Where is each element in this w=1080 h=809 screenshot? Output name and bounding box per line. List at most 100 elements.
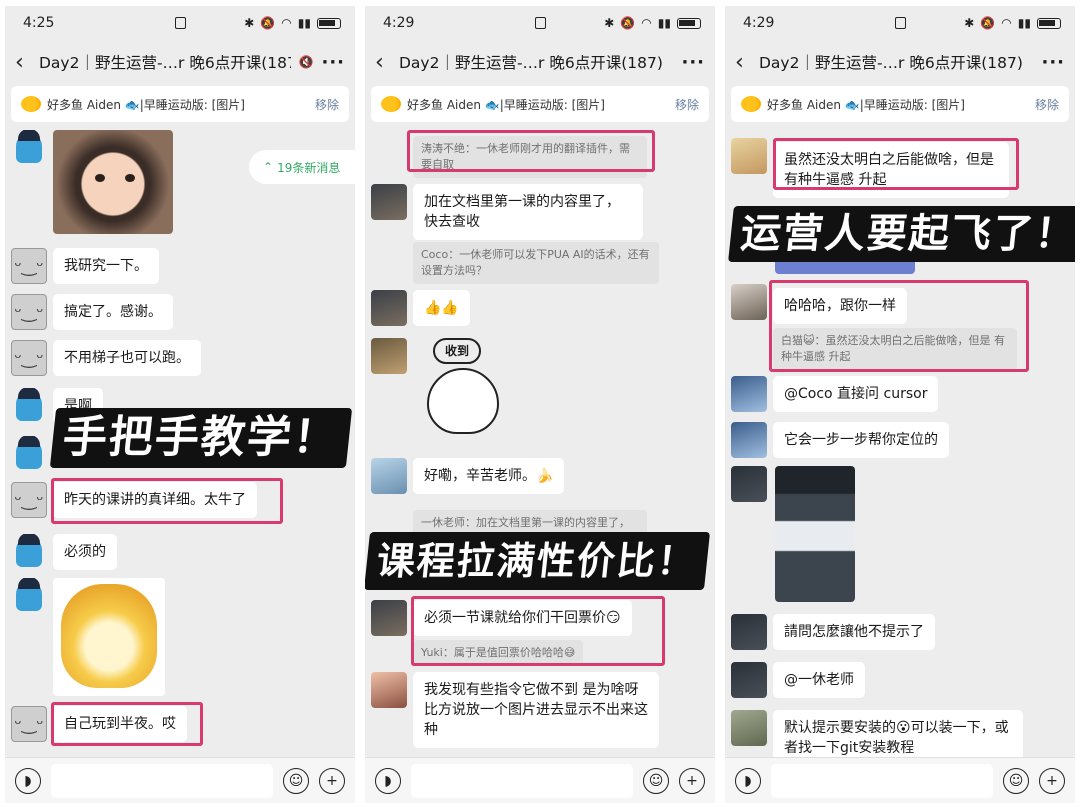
bluetooth-icon: ✱: [244, 16, 255, 30]
mute-icon: 🔕: [980, 16, 996, 30]
message-input[interactable]: [51, 763, 273, 798]
chat-header: ‹ Day2｜野生运营-…r 晚6点开课(187) 🔇 ···: [5, 40, 355, 84]
more-icon[interactable]: ···: [321, 52, 345, 73]
message-bubble[interactable]: @Coco 直接问 cursor: [773, 376, 939, 412]
avatar[interactable]: [731, 138, 767, 174]
avatar[interactable]: ᵕ‿ᵕ: [11, 482, 47, 518]
message-bubble[interactable]: 👍👍: [413, 290, 470, 326]
back-icon[interactable]: ‹: [15, 50, 31, 75]
voice-icon[interactable]: ◗: [735, 767, 761, 794]
avatar[interactable]: [371, 458, 407, 494]
highlight-box: [773, 138, 1019, 190]
pinned-message[interactable]: 好多鱼 Aiden 🐟|早睡运动版: [图片] 移除: [11, 86, 349, 122]
message-bubble[interactable]: 搞定了。感谢。: [53, 294, 173, 330]
nfc-icon: [175, 17, 186, 29]
plus-icon[interactable]: +: [319, 767, 345, 794]
highlight-box: [411, 596, 665, 666]
pinned-remove-button[interactable]: 移除: [315, 96, 339, 113]
avatar[interactable]: [371, 338, 407, 374]
muted-icon: 🔇: [298, 55, 314, 69]
plus-icon[interactable]: +: [1039, 767, 1065, 794]
avatar[interactable]: [371, 184, 407, 220]
pinned-message[interactable]: 好多鱼 Aiden 🐟|早睡运动版: [图片] 移除: [731, 86, 1069, 122]
chat-title: Day2｜野生运营-…r 晚6点开课(187): [39, 54, 291, 72]
chat-screen-3: 4:29 ✱ 🔕 ◠ ▮▮ ‹ Day2｜野生运营-…r 晚6点开课(187) …: [725, 6, 1075, 803]
more-icon[interactable]: ···: [1041, 52, 1065, 73]
emoji-icon[interactable]: ☺: [643, 767, 669, 794]
status-bar: 4:29 ✱ 🔕 ◠ ▮▮: [365, 6, 715, 40]
status-time: 4:29: [383, 15, 415, 31]
signal-icon: ▮▮: [657, 16, 671, 30]
overlay-caption: 课程拉满性价比！: [365, 532, 711, 590]
new-messages-button[interactable]: ⌃ 19条新消息: [249, 150, 355, 184]
new-messages-label: 19条新消息: [277, 160, 341, 175]
quoted-message[interactable]: Coco：一休老师可以发下PUA AI的话术，还有设置方法吗？: [413, 242, 659, 284]
message-bubble[interactable]: 好嘞，辛苦老师。🍌: [413, 458, 565, 494]
pinned-message[interactable]: 好多鱼 Aiden 🐟|早睡运动版: [图片] 移除: [371, 86, 709, 122]
avatar[interactable]: [731, 376, 767, 412]
bluetooth-icon: ✱: [964, 16, 975, 30]
dog-sticker[interactable]: [53, 578, 165, 696]
wifi-icon: ◠: [281, 16, 292, 30]
overlay-caption: 运营人要起飞了！: [728, 206, 1075, 262]
avatar[interactable]: ᵕ‿ᵕ: [11, 294, 47, 330]
avatar[interactable]: [11, 534, 47, 570]
message-input[interactable]: [771, 763, 993, 798]
emoji-icon[interactable]: ☺: [1003, 767, 1029, 794]
avatar[interactable]: [731, 422, 767, 458]
message-bubble[interactable]: 我研究一下。: [53, 248, 159, 284]
message-bubble[interactable]: 不用梯子也可以跑。: [53, 340, 201, 376]
wifi-icon: ◠: [1001, 16, 1012, 30]
plus-icon[interactable]: +: [679, 767, 705, 794]
pinned-remove-button[interactable]: 移除: [1035, 96, 1059, 113]
nfc-icon: [535, 17, 546, 29]
avatar[interactable]: [11, 388, 47, 424]
input-bar: ◗ ☺ +: [365, 757, 715, 803]
voice-icon[interactable]: ◗: [375, 767, 401, 794]
avatar[interactable]: [11, 130, 47, 166]
signal-icon: ▮▮: [1017, 16, 1031, 30]
avatar[interactable]: [371, 290, 407, 326]
back-icon[interactable]: ‹: [735, 50, 751, 75]
avatar[interactable]: [11, 578, 47, 614]
avatar[interactable]: [11, 436, 47, 472]
voice-icon[interactable]: ◗: [15, 767, 41, 794]
message-bubble[interactable]: 我发现有些指令它做不到 是为啥呀 比方说放一个图片进去显示不出来这种: [413, 672, 659, 748]
avatar[interactable]: [731, 284, 767, 320]
avatar[interactable]: ᵕ‿ᵕ: [11, 248, 47, 284]
message-bubble[interactable]: @一休老师: [773, 662, 865, 698]
chat-screen-2: 4:29 ✱ 🔕 ◠ ▮▮ ‹ Day2｜野生运营-…r 晚6点开课(187) …: [365, 6, 715, 803]
message-input[interactable]: [411, 763, 633, 798]
avatar[interactable]: ᵕ‿ᵕ: [11, 706, 47, 742]
avatar[interactable]: [731, 662, 767, 698]
back-icon[interactable]: ‹: [375, 50, 391, 75]
avatar[interactable]: [731, 710, 767, 746]
message-bubble[interactable]: 它会一步一步帮你定位的: [773, 422, 949, 458]
message-bubble[interactable]: 加在文档里第一课的内容里了，快去查收: [413, 184, 643, 240]
pinned-text: 好多鱼 Aiden 🐟|早睡运动版: [图片]: [767, 97, 965, 112]
message-list[interactable]: 涛涛不绝：一休老师刚才用的翻译插件，需要自取 加在文档里第一课的内容里了，快去查…: [365, 126, 715, 757]
message-list[interactable]: 虽然还没太明白之后能做啥，但是 有种牛逼感 升起 哈哈哈，跟你一样 白猫😺：虽然…: [725, 126, 1075, 766]
image-message[interactable]: [53, 130, 173, 234]
wifi-icon: ◠: [641, 16, 652, 30]
avatar[interactable]: ᵕ‿ᵕ: [11, 340, 47, 376]
avatar[interactable]: [371, 600, 407, 636]
status-time: 4:29: [743, 15, 775, 31]
avatar[interactable]: [731, 614, 767, 650]
screenshot-image[interactable]: [775, 466, 855, 602]
emoji-icon[interactable]: ☺: [283, 767, 309, 794]
more-icon[interactable]: ···: [681, 52, 705, 73]
message-bubble[interactable]: 必须的: [53, 534, 117, 570]
cat-sticker[interactable]: 收到: [415, 338, 525, 448]
message-list[interactable]: ⌃ 19条新消息 ᵕ‿ᵕ 我研究一下。 ᵕ‿ᵕ 搞定了。感谢。 ᵕ‿ᵕ 不用梯子…: [5, 126, 355, 757]
pinned-text: 好多鱼 Aiden 🐟|早睡运动版: [图片]: [407, 97, 605, 112]
double-up-icon: ⌃: [263, 160, 274, 174]
highlight-box: [51, 478, 283, 524]
mute-icon: 🔕: [620, 16, 636, 30]
message-bubble[interactable]: 請問怎麼讓他不提示了: [773, 614, 935, 650]
pinned-remove-button[interactable]: 移除: [675, 96, 699, 113]
avatar[interactable]: [731, 466, 767, 502]
avatar[interactable]: [371, 672, 407, 708]
chat-screen-1: 4:25 ✱ 🔕 ◠ ▮▮ ‹ Day2｜野生运营-…r 晚6点开课(187) …: [5, 6, 355, 803]
overlay-caption: 手把手教学！: [49, 408, 353, 468]
